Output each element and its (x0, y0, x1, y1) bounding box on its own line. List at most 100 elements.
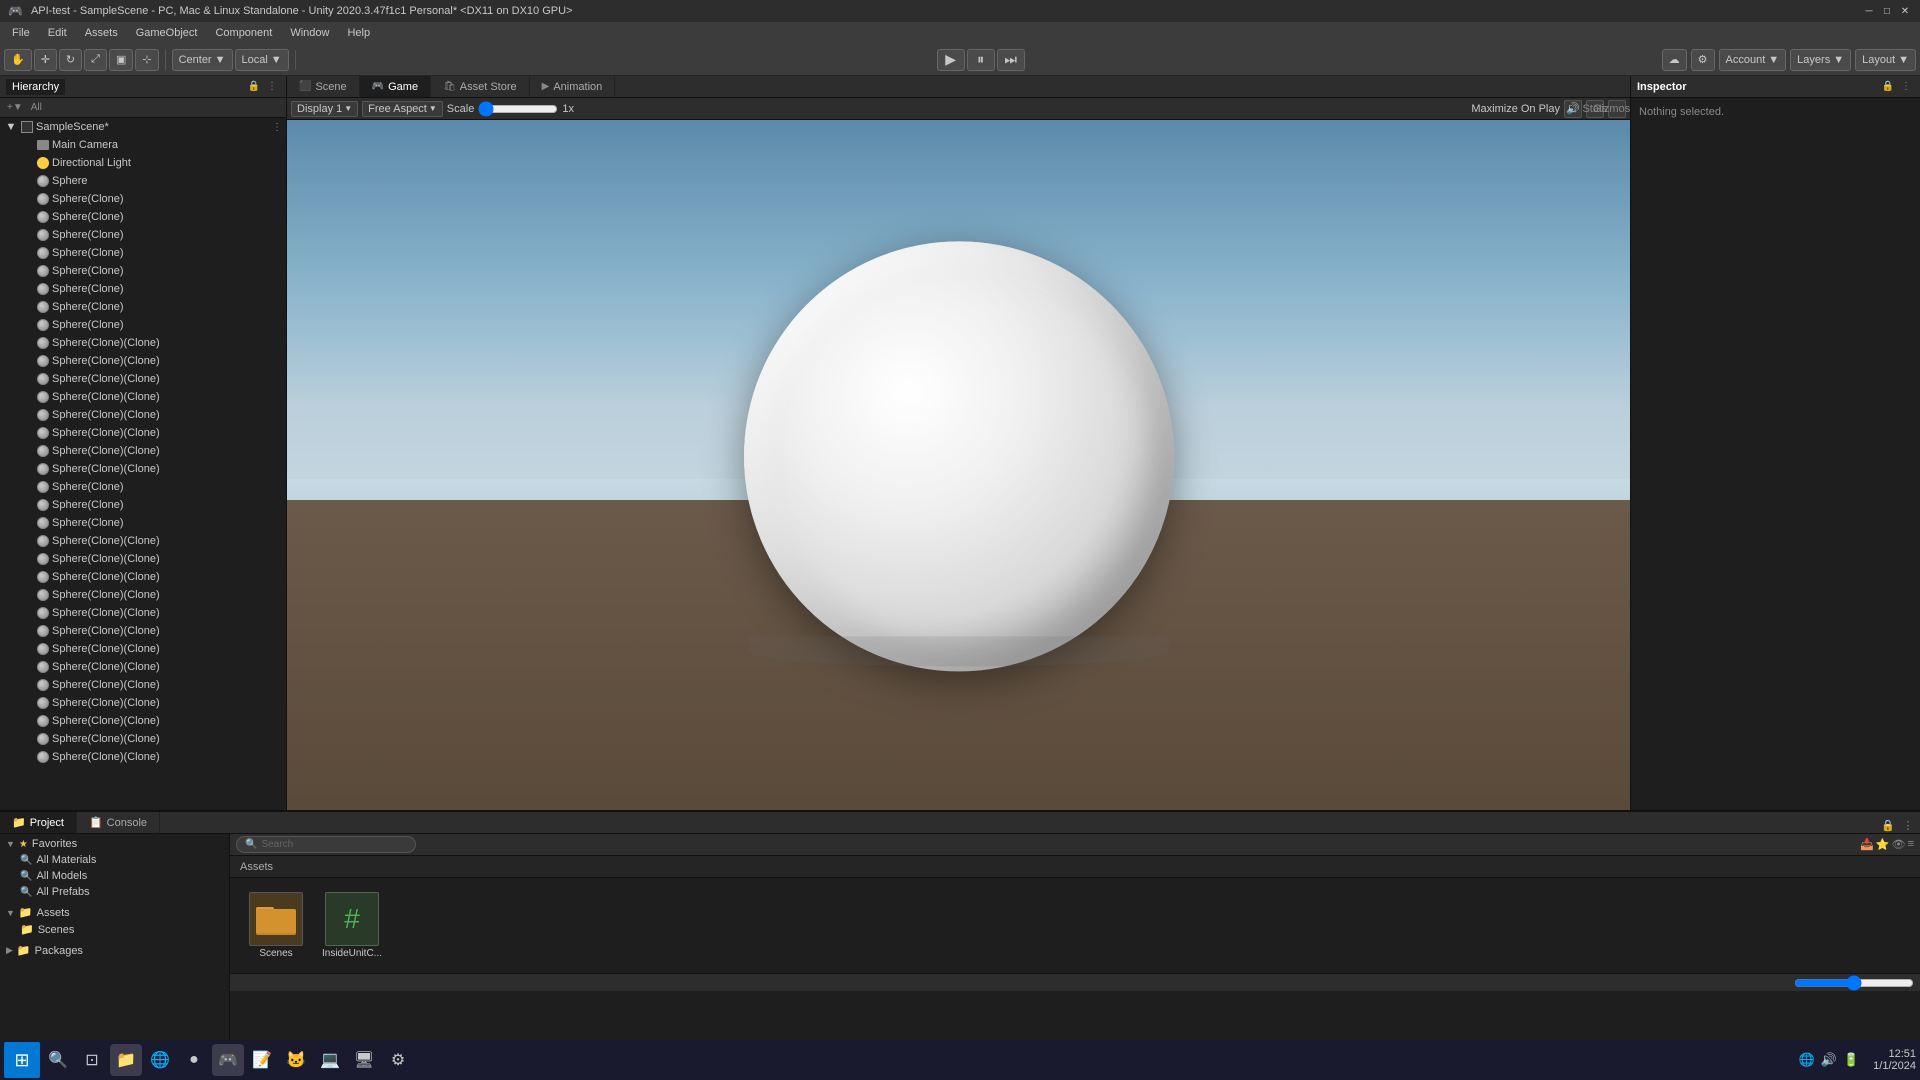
hierarchy-tab[interactable]: Hierarchy (6, 79, 65, 95)
sphere-item-cc12[interactable]: Sphere(Clone)(Clone) (16, 730, 286, 748)
scale-tool-button[interactable]: ⤢ (84, 49, 107, 71)
layout-dropdown[interactable]: Layout ▼ (1855, 49, 1916, 71)
scale-slider[interactable] (478, 101, 558, 117)
taskbar-misc2[interactable]: 🖥 (348, 1044, 380, 1076)
close-button[interactable]: ✕ (1898, 4, 1912, 18)
sphere-item-8[interactable]: Sphere(Clone) (16, 316, 286, 334)
sphere-item-cc1[interactable]: Sphere(Clone)(Clone) (16, 532, 286, 550)
taskbar-misc1[interactable]: 💻 (314, 1044, 346, 1076)
menu-gameobject[interactable]: GameObject (128, 25, 206, 41)
scenes-asset[interactable]: Scenes (240, 888, 312, 963)
cloud-button[interactable]: ⚙ (1691, 49, 1715, 71)
pivot-space-dropdown[interactable]: Local ▼ (235, 49, 289, 71)
menu-component[interactable]: Component (207, 25, 280, 41)
taskbar-search[interactable]: 🔍 (42, 1044, 74, 1076)
sphere-item-c4[interactable]: Sphere(Clone)(Clone) (16, 388, 286, 406)
rotate-tool-button[interactable]: ↻ (59, 49, 82, 71)
favorites-header[interactable]: ▼ ★ Favorites (0, 836, 229, 852)
sphere-item-2[interactable]: Sphere(Clone) (16, 208, 286, 226)
script-asset[interactable]: # InsideUnitC... (316, 888, 388, 963)
asset-size-slider[interactable] (1794, 975, 1914, 991)
rect-tool-button[interactable]: ▣ (109, 49, 133, 71)
maximize-on-play-button[interactable]: Maximize On Play (1471, 103, 1560, 115)
scene-menu-icon[interactable]: ⋮ (272, 122, 282, 133)
sphere-item-cc5[interactable]: Sphere(Clone)(Clone) (16, 604, 286, 622)
asset-store-tab[interactable]: 🛍 Asset Store (431, 76, 530, 97)
add-hierarchy-button[interactable]: +▼ (4, 101, 26, 114)
minimize-button[interactable]: ─ (1862, 4, 1876, 18)
search-box[interactable]: 🔍 Search (236, 836, 416, 853)
sphere-item-cc3[interactable]: Sphere(Clone)(Clone) (16, 568, 286, 586)
taskbar-explorer[interactable]: 📁 (110, 1044, 142, 1076)
start-button[interactable]: ⊞ (4, 1042, 40, 1078)
sphere-item-7[interactable]: Sphere(Clone) (16, 298, 286, 316)
menu-window[interactable]: Window (282, 25, 337, 41)
volume-icon[interactable]: 🔊 (1821, 1052, 1837, 1068)
sphere-item-cc7[interactable]: Sphere(Clone)(Clone) (16, 640, 286, 658)
sphere-item-c8[interactable]: Sphere(Clone)(Clone) (16, 460, 286, 478)
aspect-dropdown[interactable]: Free Aspect ▼ (362, 101, 443, 117)
title-bar-controls[interactable]: ─ □ ✕ (1862, 4, 1912, 18)
asset-tool-1[interactable]: 📥 (1860, 838, 1874, 851)
sphere-item-cc9[interactable]: Sphere(Clone)(Clone) (16, 676, 286, 694)
sphere-item-5[interactable]: Sphere(Clone) (16, 262, 286, 280)
all-materials-item[interactable]: 🔍 All Materials (0, 852, 229, 868)
bottom-menu-button[interactable]: ⋮ (1900, 817, 1916, 833)
taskbar-edge[interactable]: 🌐 (144, 1044, 176, 1076)
collab-button[interactable]: ☁ (1662, 49, 1687, 71)
scenes-item[interactable]: 📁 Scenes (0, 921, 229, 938)
account-dropdown[interactable]: Account ▼ (1719, 49, 1787, 71)
project-tab[interactable]: 📁 Project (0, 812, 77, 833)
main-camera-item[interactable]: Main Camera (16, 136, 286, 154)
sphere-item-6[interactable]: Sphere(Clone) (16, 280, 286, 298)
sphere-item-cc2[interactable]: Sphere(Clone)(Clone) (16, 550, 286, 568)
menu-file[interactable]: File (4, 25, 38, 41)
sphere-item-c6[interactable]: Sphere(Clone)(Clone) (16, 424, 286, 442)
sphere-item-cc6[interactable]: Sphere(Clone)(Clone) (16, 622, 286, 640)
transform-tool-button[interactable]: ⊹ (135, 49, 158, 71)
sphere-item-c7[interactable]: Sphere(Clone)(Clone) (16, 442, 286, 460)
sphere-item-c3[interactable]: Sphere(Clone)(Clone) (16, 370, 286, 388)
taskbar-chrome[interactable]: ● (178, 1044, 210, 1076)
sphere-item-bottom[interactable]: Sphere(Clone)(Clone) (16, 748, 286, 766)
scene-root-item[interactable]: ▼ SampleScene* ⋮ (0, 118, 286, 136)
taskbar-task-view[interactable]: ⊡ (76, 1044, 108, 1076)
assets-header[interactable]: ▼ 📁 Assets (0, 904, 229, 921)
menu-help[interactable]: Help (339, 25, 378, 41)
maximize-button[interactable]: □ (1880, 4, 1894, 18)
hand-tool-button[interactable]: ✋ (4, 49, 32, 71)
layers-dropdown[interactable]: Layers ▼ (1790, 49, 1851, 71)
play-button[interactable]: ▶ (937, 49, 965, 71)
hierarchy-menu-button[interactable]: ⋮ (264, 79, 280, 95)
sphere-item-cc10[interactable]: Sphere(Clone)(Clone) (16, 694, 286, 712)
sphere-item-3[interactable]: Sphere(Clone) (16, 226, 286, 244)
taskbar-github[interactable]: 🐱 (280, 1044, 312, 1076)
pause-button[interactable]: ⏸ (967, 49, 995, 71)
gizmos-button[interactable]: Gizmos ▼ (1608, 100, 1626, 118)
sphere-item-cc11[interactable]: Sphere(Clone)(Clone) (16, 712, 286, 730)
sphere-item-10[interactable]: Sphere(Clone) (16, 496, 286, 514)
sphere-item-11[interactable]: Sphere(Clone) (16, 514, 286, 532)
asset-tool-4[interactable]: ≡ (1908, 838, 1914, 851)
all-prefabs-item[interactable]: 🔍 All Prefabs (0, 884, 229, 900)
asset-tool-3[interactable]: 👁 (1892, 838, 1906, 851)
hierarchy-list[interactable]: ▼ SampleScene* ⋮ Main Camera Directional… (0, 118, 286, 810)
hierarchy-lock-button[interactable]: 🔒 (246, 79, 262, 95)
menu-edit[interactable]: Edit (40, 25, 75, 41)
animation-tab[interactable]: ▶ Animation (530, 76, 616, 97)
console-tab[interactable]: 📋 Console (77, 812, 160, 833)
all-models-item[interactable]: 🔍 All Models (0, 868, 229, 884)
taskbar-unity[interactable]: 🎮 (212, 1044, 244, 1076)
battery-icon[interactable]: 🔋 (1843, 1052, 1859, 1068)
sphere-item-4[interactable]: Sphere(Clone) (16, 244, 286, 262)
directional-light-item[interactable]: Directional Light (16, 154, 286, 172)
step-button[interactable]: ⏭ (997, 49, 1025, 71)
sphere-item-0[interactable]: Sphere (16, 172, 286, 190)
game-tab[interactable]: 🎮 Game (360, 76, 431, 97)
scene-tab[interactable]: ⬛ Scene (287, 76, 360, 97)
sphere-item-c1[interactable]: Sphere(Clone)(Clone) (16, 334, 286, 352)
sphere-item-9[interactable]: Sphere(Clone) (16, 478, 286, 496)
move-tool-button[interactable]: ✛ (34, 49, 57, 71)
bottom-lock-button[interactable]: 🔒 (1880, 817, 1896, 833)
inspector-lock-button[interactable]: 🔒 (1880, 79, 1896, 95)
